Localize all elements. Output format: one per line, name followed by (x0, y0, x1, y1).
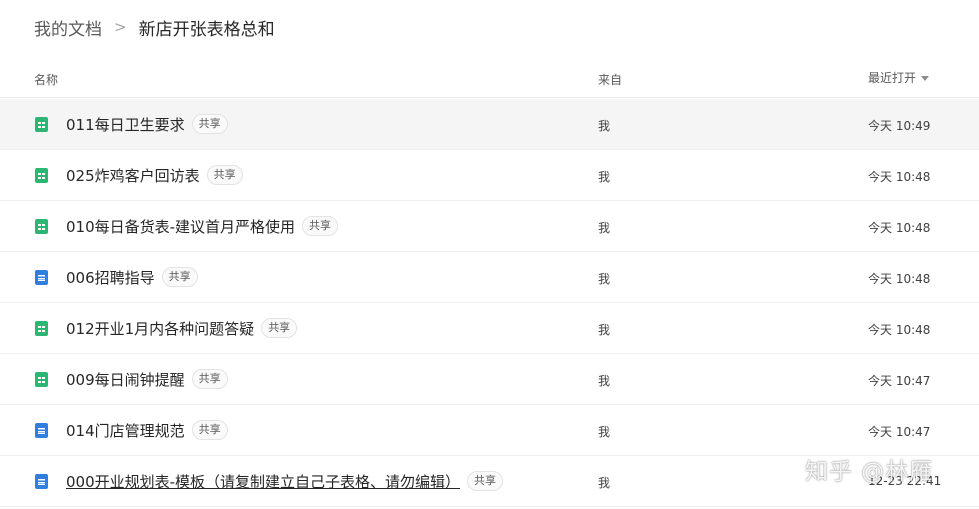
share-badge: 共享 (302, 216, 339, 236)
file-last-opened: 今天 10:48 (868, 170, 931, 184)
share-badge: 共享 (191, 114, 228, 134)
file-last-opened: 今天 10:48 (868, 272, 931, 286)
table-header: 名称 来自 最近打开 (0, 60, 979, 98)
file-last-opened: 今天 10:48 (868, 323, 931, 337)
file-owner: 我 (598, 221, 611, 235)
table-row[interactable]: 012开业1月内各种问题答疑 共享 我 今天 10:48 (0, 303, 979, 354)
chevron-right-icon: > (114, 18, 127, 36)
file-owner: 我 (598, 374, 611, 388)
document-icon (35, 474, 48, 489)
file-last-opened: 今天 10:47 (868, 425, 931, 439)
file-last-opened: 今天 10:48 (868, 221, 931, 235)
share-badge: 共享 (191, 369, 228, 389)
spreadsheet-icon (35, 117, 48, 132)
column-header-from: 来自 (598, 73, 623, 87)
page-title: 新店开张表格总和 (138, 19, 275, 40)
file-owner: 我 (598, 170, 611, 184)
column-header-last-opened[interactable]: 最近打开 (868, 69, 930, 86)
share-badge: 共享 (161, 267, 198, 287)
file-name[interactable]: 000开业规划表-模板（请复制建立自己子表格、请勿编辑） (66, 471, 460, 492)
file-name[interactable]: 010每日备货表-建议首月严格使用 (66, 216, 295, 237)
file-owner: 我 (598, 425, 611, 439)
file-owner: 我 (598, 119, 611, 133)
spreadsheet-icon (35, 372, 48, 387)
table-row[interactable]: 014门店管理规范 共享 我 今天 10:47 (0, 405, 979, 456)
table-row[interactable]: 025炸鸡客户回访表 共享 我 今天 10:48 (0, 150, 979, 201)
file-list: 011每日卫生要求 共享 我 今天 10:49 025炸鸡客户回访表 共享 我 … (0, 99, 979, 507)
document-icon (35, 270, 48, 285)
file-owner: 我 (598, 272, 611, 286)
spreadsheet-icon (35, 219, 48, 234)
file-owner: 我 (598, 323, 611, 337)
file-name[interactable]: 006招聘指导 (66, 267, 155, 288)
file-last-opened: 今天 10:49 (868, 119, 931, 133)
share-badge: 共享 (467, 471, 504, 491)
share-badge: 共享 (206, 165, 243, 185)
file-name[interactable]: 011每日卫生要求 (66, 114, 185, 135)
watermark: 知乎 @林雁 (805, 459, 934, 485)
table-row[interactable]: 011每日卫生要求 共享 我 今天 10:49 (0, 99, 979, 150)
share-badge: 共享 (261, 318, 298, 338)
spreadsheet-icon (35, 168, 48, 183)
table-row[interactable]: 009每日闹钟提醒 共享 我 今天 10:47 (0, 354, 979, 405)
file-name[interactable]: 025炸鸡客户回访表 (66, 165, 200, 186)
file-name[interactable]: 014门店管理规范 (66, 420, 185, 441)
document-icon (35, 423, 48, 438)
table-row[interactable]: 010每日备货表-建议首月严格使用 共享 我 今天 10:48 (0, 201, 979, 252)
file-name[interactable]: 012开业1月内各种问题答疑 (66, 318, 254, 339)
file-last-opened: 今天 10:47 (868, 374, 931, 388)
table-row[interactable]: 006招聘指导 共享 我 今天 10:48 (0, 252, 979, 303)
file-owner: 我 (598, 476, 611, 490)
column-header-name: 名称 (34, 73, 59, 87)
spreadsheet-icon (35, 321, 48, 336)
sort-down-icon[interactable] (921, 75, 930, 81)
column-header-last-opened-label: 最近打开 (868, 71, 917, 85)
breadcrumb: 我的文档 > 新店开张表格总和 (34, 14, 275, 40)
breadcrumb-root[interactable]: 我的文档 (34, 15, 102, 40)
share-badge: 共享 (191, 420, 228, 440)
file-name[interactable]: 009每日闹钟提醒 (66, 369, 185, 390)
